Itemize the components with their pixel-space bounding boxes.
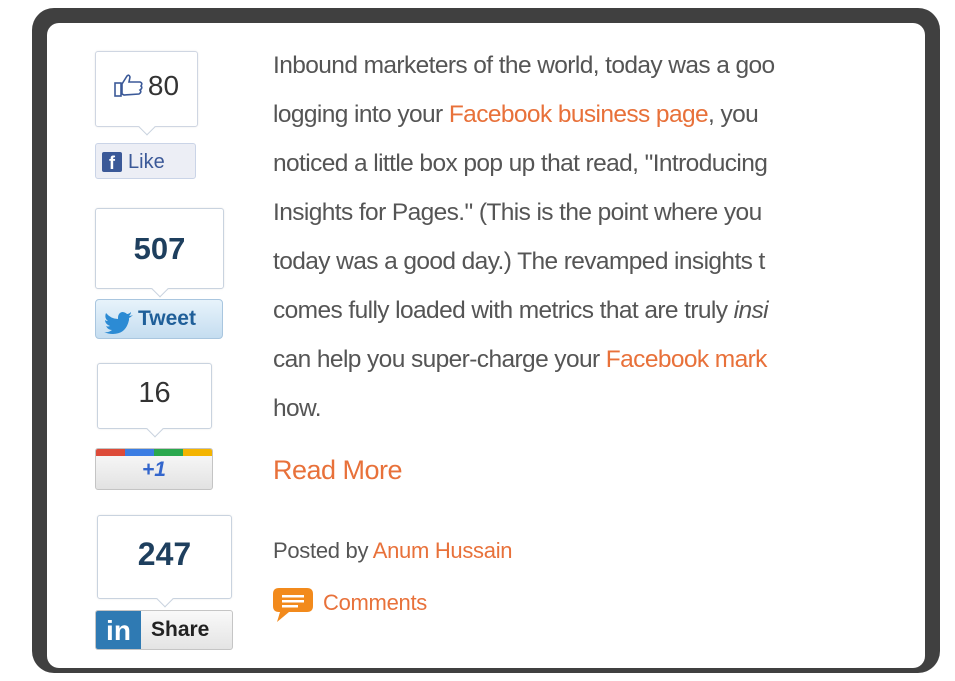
comment-bubble-icon [271,586,315,629]
facebook-f-icon: f [102,152,122,173]
facebook-like-count: 80 [147,70,180,101]
plus-one-count-box: 16 [97,363,212,429]
article-text: , you [708,101,759,128]
tweet-label: Tweet [138,307,196,330]
article-line: logging into your Facebook business page… [273,90,925,139]
tweet-count-box: 507 [95,208,224,289]
google-color-stripe [96,449,212,456]
comments-label: Comments [323,590,427,615]
article-line: can help you super-charge your Facebook … [273,335,925,384]
twitter-bird-icon [104,309,134,347]
linkedin-share-count: 247 [137,536,192,572]
read-more-link[interactable]: Read More [273,455,403,486]
article-italic-text: insi [733,297,769,324]
author-link[interactable]: Anum Hussain [373,538,513,563]
article-text: comes fully loaded with metrics that are… [273,297,734,324]
posted-by: Posted by Anum Hussain [273,538,513,564]
facebook-like-label: Like [128,151,165,173]
facebook-like-count-box: 80 [95,51,198,127]
article-line: today was a good day.) The revamped insi… [273,248,765,275]
facebook-business-page-link[interactable]: Facebook business page [449,101,709,128]
facebook-like-button[interactable]: f Like [95,143,196,179]
article-text: logging into your [273,101,449,128]
content-panel: 80 f Like 507 Tweet 16 +1 247 in Share I… [47,23,925,668]
linkedin-share-label: Share [151,618,210,641]
facebook-marketing-link[interactable]: Facebook mark [606,346,768,373]
linkedin-icon: in [96,611,141,649]
plus-one-label: +1 [142,458,166,481]
google-plus-one-button[interactable]: +1 [95,448,213,490]
article-line: Insights for Pages." (This is the point … [273,199,762,226]
tweet-count: 507 [133,231,186,266]
article-excerpt: Inbound marketers of the world, today wa… [273,41,925,433]
posted-by-prefix: Posted by [273,538,373,563]
article-line: comes fully loaded with metrics that are… [273,286,925,335]
article-line: how. [273,395,322,422]
thumbs-up-icon [114,72,144,104]
linkedin-share-button[interactable]: in Share [95,610,233,650]
article-line: noticed a little box pop up that read, "… [273,150,768,177]
linkedin-share-count-box: 247 [97,515,232,599]
tweet-button[interactable]: Tweet [95,299,223,339]
article-line: Inbound marketers of the world, today wa… [273,52,775,79]
article-text: can help you super-charge your [273,346,606,373]
plus-one-count: 16 [138,377,171,409]
